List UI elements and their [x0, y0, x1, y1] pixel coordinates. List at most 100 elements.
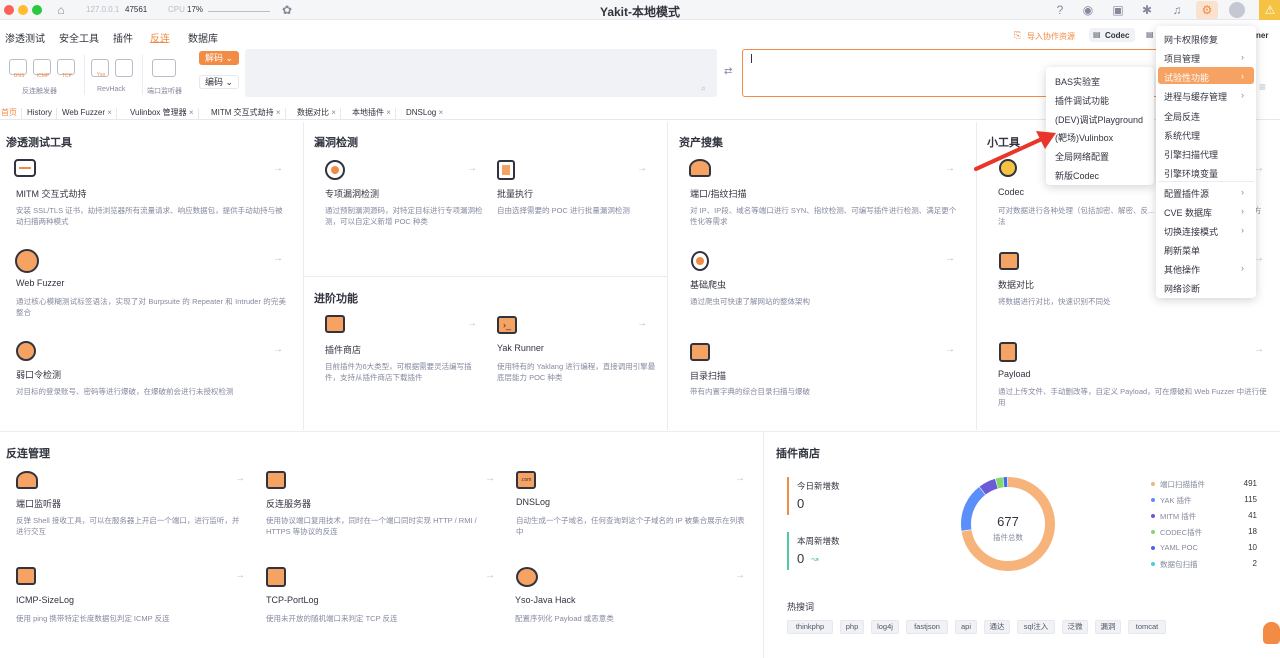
close-icon[interactable]: ×	[276, 108, 281, 117]
menu-plugins[interactable]: 插件	[113, 30, 133, 45]
menu-item-global-reverse[interactable]: 全局反连	[1164, 110, 1200, 123]
menu-item-dev-playground[interactable]: (DEV)调试Playground	[1055, 113, 1143, 126]
arrow-right-icon[interactable]: →	[637, 163, 647, 174]
hot-word-tag[interactable]: 泛微	[1062, 620, 1088, 634]
menu-item-cve-db[interactable]: CVE 数据库	[1164, 206, 1212, 219]
decode-button[interactable]: 解码 ⌄	[199, 51, 239, 65]
tab-history[interactable]: History	[27, 108, 57, 120]
tab-dnslog[interactable]: DNSLog ×	[406, 108, 447, 120]
avatar[interactable]	[1229, 2, 1245, 18]
arrow-right-icon[interactable]: →	[235, 570, 245, 581]
card-title-codec[interactable]: Codec	[998, 187, 1024, 197]
card-title-mitm[interactable]: MITM 交互式劫持	[16, 187, 87, 200]
help-icon[interactable]: ?	[1052, 2, 1068, 18]
yso-icon[interactable]: Yso	[91, 59, 109, 78]
arrow-right-icon[interactable]: →	[945, 253, 955, 264]
icmp-trigger-icon[interactable]: ICMP	[33, 59, 51, 79]
card-title-crawler[interactable]: 基础爬虫	[690, 278, 726, 291]
swap-arrows-icon[interactable]: ⇄	[724, 66, 732, 77]
warning-icon[interactable]: ⚠	[1262, 2, 1278, 18]
bug-icon[interactable]: ✱	[1139, 2, 1155, 18]
shortcut-icon[interactable]: ▤	[1146, 30, 1154, 39]
yak-mascot-icon[interactable]	[1263, 622, 1280, 644]
tab-mitm[interactable]: MITM 交互式劫持 ×	[211, 108, 286, 120]
card-title-yak-runner[interactable]: Yak Runner	[497, 343, 544, 353]
arrow-right-icon[interactable]: →	[273, 163, 283, 174]
menu-item-engine-env[interactable]: 引擎环境变量	[1164, 167, 1218, 180]
hot-word-tag[interactable]: fastjson	[906, 620, 948, 634]
port-monitor-icon[interactable]	[152, 59, 176, 77]
card-title-payload[interactable]: Payload	[998, 369, 1031, 379]
card-title-reverse-server[interactable]: 反连服务器	[266, 497, 311, 510]
menu-security-tools[interactable]: 安全工具	[59, 30, 99, 45]
dns-trigger-icon[interactable]: DNS	[9, 59, 27, 79]
menu-item-system-proxy[interactable]: 系统代理	[1164, 129, 1200, 142]
hot-word-tag[interactable]: thinkphp	[787, 620, 833, 634]
tab-home[interactable]: 首页	[1, 108, 22, 120]
hot-word-tag[interactable]: php	[840, 620, 864, 634]
card-title-yso-java-hack[interactable]: Yso-Java Hack	[515, 595, 576, 605]
card-title-port-scan[interactable]: 端口/指纹扫描	[690, 187, 747, 200]
close-icon[interactable]: ×	[189, 108, 194, 117]
menu-item-nic-fix[interactable]: 网卡权限修复	[1164, 33, 1218, 46]
menu-item-plugin-debug[interactable]: 插件调试功能	[1055, 94, 1109, 107]
search-icon[interactable]: ⌕	[701, 83, 706, 94]
menu-database[interactable]: 数据库	[188, 30, 218, 45]
menu-item-new-codec[interactable]: 新版Codec	[1055, 169, 1099, 182]
arrow-right-icon[interactable]: →	[637, 318, 647, 329]
arrow-right-icon[interactable]: →	[735, 473, 745, 484]
arrow-right-icon[interactable]: →	[467, 163, 477, 174]
bell-icon[interactable]: ♫	[1169, 2, 1185, 18]
gear-icon[interactable]: ⚙	[1199, 2, 1215, 18]
hot-word-tag[interactable]: 漏洞	[1095, 620, 1121, 634]
arrow-right-icon[interactable]: →	[485, 473, 495, 484]
menu-item-plugin-source[interactable]: 配置插件源	[1164, 187, 1209, 200]
arrow-right-icon[interactable]: →	[467, 318, 477, 329]
camera-icon[interactable]: ◉	[1080, 2, 1096, 18]
menu-item-other-ops[interactable]: 其他操作	[1164, 263, 1200, 276]
menu-item-process-cache[interactable]: 进程与缓存管理	[1164, 90, 1227, 103]
reverse-server-icon[interactable]	[115, 59, 133, 77]
tab-local-plugins[interactable]: 本地插件 ×	[352, 108, 396, 120]
card-title-batch-exec[interactable]: 批量执行	[497, 187, 533, 200]
arrow-right-icon[interactable]: →	[945, 163, 955, 174]
close-icon[interactable]: ×	[438, 108, 443, 117]
hot-word-tag[interactable]: sql注入	[1017, 620, 1055, 634]
maximize-window-button[interactable]	[32, 5, 42, 15]
hot-word-tag[interactable]: api	[955, 620, 977, 634]
home-icon[interactable]: ⌂	[53, 2, 69, 18]
arrow-right-icon[interactable]: →	[273, 253, 283, 264]
menu-item-network-diag[interactable]: 网络诊断	[1164, 282, 1200, 295]
import-icon[interactable]: ⎘	[1014, 30, 1021, 41]
tab-vulinbox[interactable]: Vulinbox 管理器 ×	[130, 108, 199, 120]
menu-item-switch-mode[interactable]: 切换连接模式	[1164, 225, 1218, 238]
hot-word-tag[interactable]: log4j	[871, 620, 899, 634]
menu-item-bas-lab[interactable]: BAS实验室	[1055, 75, 1100, 88]
close-icon[interactable]: ×	[386, 108, 391, 117]
menu-pentest[interactable]: 渗透测试	[5, 30, 45, 45]
card-title-special-vuln[interactable]: 专项漏洞检测	[325, 187, 379, 200]
hot-word-tag[interactable]: tomcat	[1128, 620, 1166, 634]
arrow-right-icon[interactable]: →	[485, 570, 495, 581]
card-title-icmp-sizelog[interactable]: ICMP-SizeLog	[16, 595, 74, 605]
menu-item-vulinbox[interactable]: (靶场)Vulinbox	[1055, 131, 1113, 144]
card-title-port-listener[interactable]: 端口监听器	[16, 497, 61, 510]
tab-data-compare[interactable]: 数据对比 ×	[297, 108, 341, 120]
menu-item-experimental[interactable]: 试验性功能	[1164, 71, 1209, 84]
tab-web-fuzzer[interactable]: Web Fuzzer ×	[62, 108, 117, 120]
close-icon[interactable]: ×	[107, 108, 112, 117]
arrow-right-icon[interactable]: →	[273, 344, 283, 355]
arrow-right-icon[interactable]: →	[1254, 344, 1264, 355]
hot-word-tag[interactable]: 通达	[984, 620, 1010, 634]
menu-item-project-mgmt[interactable]: 项目管理	[1164, 52, 1200, 65]
close-window-button[interactable]	[4, 5, 14, 15]
card-title-dnslog[interactable]: DNSLog	[516, 497, 550, 507]
close-icon[interactable]: ×	[331, 108, 336, 117]
arrow-right-icon[interactable]: →	[235, 473, 245, 484]
menu-item-global-network[interactable]: 全局网络配置	[1055, 150, 1109, 163]
import-resources-link[interactable]: 导入协作资源	[1027, 31, 1075, 42]
terminal-icon[interactable]: ▣	[1110, 2, 1126, 18]
card-title-weak-password[interactable]: 弱口令检测	[16, 368, 61, 381]
card-title-tcp-portlog[interactable]: TCP-PortLog	[266, 595, 319, 605]
tcp-trigger-icon[interactable]: TCP	[57, 59, 75, 79]
